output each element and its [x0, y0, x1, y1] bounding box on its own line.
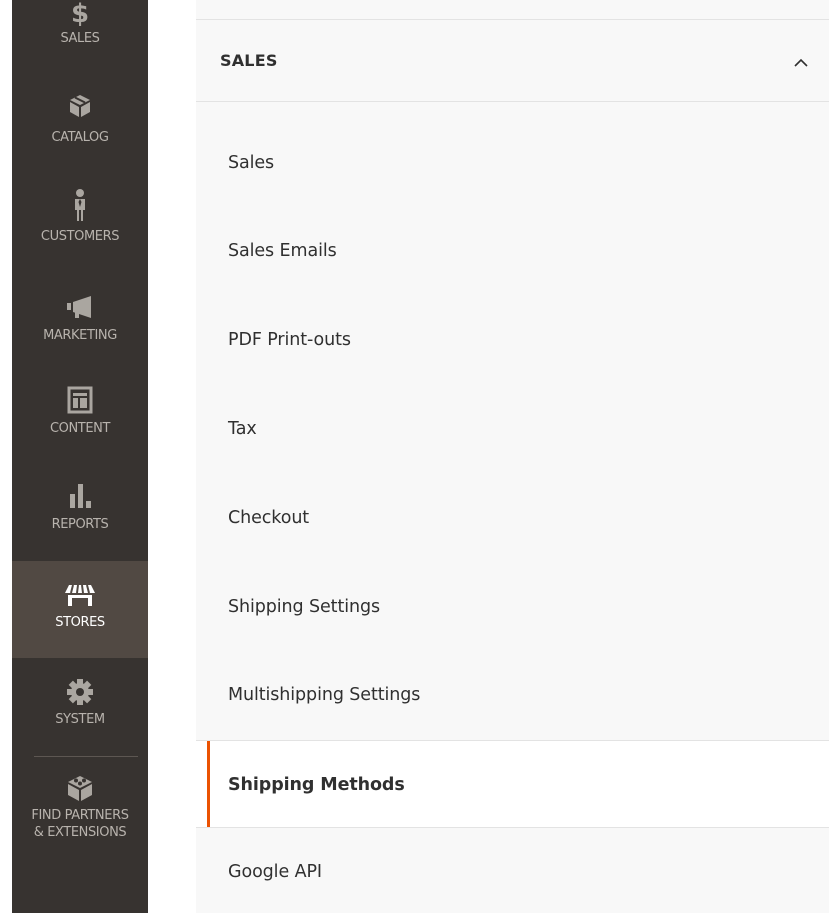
menu-item-label: Checkout [228, 508, 310, 528]
menu-item-label: Tax [228, 419, 257, 439]
sidebar-item-label: STORES [55, 615, 105, 630]
menu-item-label: Sales [228, 153, 275, 173]
menu-item-label: Multishipping Settings [228, 685, 421, 705]
menu-item-google-api[interactable]: Google API [196, 828, 829, 913]
sidebar-item-stores[interactable]: STORES [12, 561, 148, 658]
admin-sidebar: $ SALES CATALOG CUSTOMERS MARKETING CONT… [12, 0, 148, 913]
menu-item-sales[interactable]: Sales [196, 119, 829, 207]
menu-item-multishipping-settings[interactable]: Multishipping Settings [196, 651, 829, 739]
menu-item-label: Sales Emails [228, 241, 337, 261]
section-header-sales[interactable]: SALES [196, 20, 829, 102]
sidebar-item-label: CATALOG [51, 130, 109, 145]
sidebar-item-content[interactable]: CONTENT [12, 386, 148, 448]
menu-item-label: Shipping Methods [228, 775, 405, 795]
blocks-icon [65, 773, 95, 807]
sidebar-item-label: SALES [60, 31, 100, 46]
sidebar-item-label: FIND PARTNERS & EXTENSIONS [31, 808, 129, 840]
dollar-icon: $ [67, 0, 93, 30]
menu-item-shipping-settings[interactable]: Shipping Settings [196, 563, 829, 651]
sidebar-divider [34, 756, 138, 757]
sidebar-item-label: CONTENT [49, 421, 111, 436]
menu-item-label: Google API [228, 862, 322, 882]
menu-item-label: PDF Print-outs [228, 330, 351, 350]
menu-item-pdf-print-outs[interactable]: PDF Print-outs [196, 296, 829, 384]
sidebar-item-catalog[interactable]: CATALOG [12, 93, 148, 163]
svg-text:$: $ [71, 0, 89, 26]
sidebar-item-customers[interactable]: CUSTOMERS [12, 188, 148, 258]
menu-item-sales-emails[interactable]: Sales Emails [196, 207, 829, 295]
layout-icon [67, 386, 93, 418]
cube-icon [68, 93, 92, 123]
sidebar-item-label: CUSTOMERS [40, 229, 120, 244]
person-icon [72, 188, 88, 226]
bar-chart-icon [67, 482, 93, 514]
storefront-icon [64, 583, 96, 611]
sidebar-item-system[interactable]: SYSTEM [12, 678, 148, 740]
gear-icon [66, 678, 94, 710]
sidebar-item-label: REPORTS [51, 517, 109, 532]
sidebar-item-marketing[interactable]: MARKETING [12, 295, 148, 355]
config-panel: SALES Sales Sales Emails PDF Print-outs … [196, 0, 829, 913]
section-title: SALES [220, 51, 278, 70]
menu-item-shipping-methods[interactable]: Shipping Methods [196, 740, 829, 828]
sidebar-item-label: MARKETING [43, 328, 117, 343]
sidebar-item-sales[interactable]: $ SALES [12, 0, 148, 66]
menu-item-label: Shipping Settings [228, 597, 380, 617]
chevron-up-icon[interactable] [793, 54, 809, 67]
admin-page: $ SALES CATALOG CUSTOMERS MARKETING CONT… [0, 0, 829, 913]
menu-item-tax[interactable]: Tax [196, 385, 829, 473]
sidebar-item-reports[interactable]: REPORTS [12, 482, 148, 544]
sidebar-item-find-partners[interactable]: FIND PARTNERS & EXTENSIONS [12, 773, 148, 853]
sidebar-item-label: SYSTEM [55, 712, 105, 727]
menu-item-checkout[interactable]: Checkout [196, 474, 829, 562]
megaphone-icon [65, 295, 95, 323]
